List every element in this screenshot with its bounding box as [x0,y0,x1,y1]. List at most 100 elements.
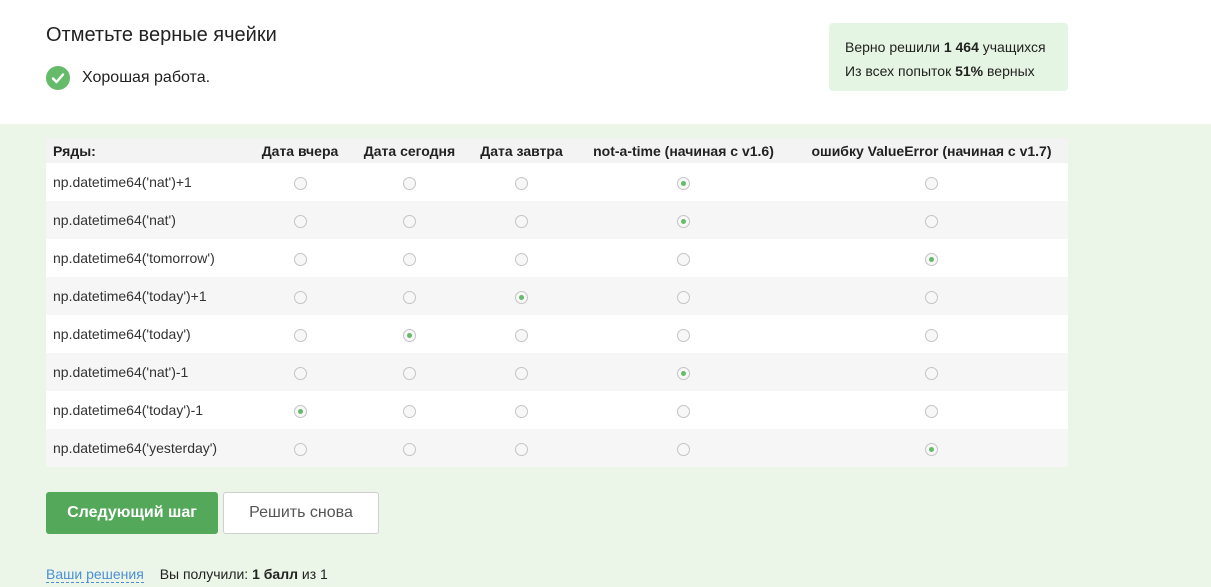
option-radio[interactable] [293,328,307,342]
option-cell [471,391,572,429]
matching-table: Ряды: Дата вчера Дата сегодня Дата завтра no… [46,138,1068,467]
column-header: ошибку ValueError (начиная с v1.7) [795,138,1068,163]
option-radio[interactable] [515,290,528,304]
rows-header: Ряды: [46,138,252,163]
option-radio[interactable] [925,252,938,266]
option-cell [252,315,348,353]
column-header: not-a-time (начиная с v1.6) [572,138,795,163]
option-radio[interactable] [403,252,416,266]
option-cell [252,277,348,315]
option-cell [348,315,471,353]
option-radio[interactable] [293,252,307,266]
option-cell [348,429,471,467]
column-header: Дата сегодня [348,138,471,163]
option-cell [795,201,1068,239]
table-row: np.datetime64('nat') [46,201,1068,239]
option-radio[interactable] [293,214,307,228]
option-cell [795,239,1068,277]
option-radio[interactable] [925,290,938,304]
option-cell [471,201,572,239]
option-radio[interactable] [515,366,528,380]
your-solutions-link[interactable]: Ваши решения [46,566,144,583]
option-radio[interactable] [677,214,690,228]
option-cell [795,429,1068,467]
option-cell [348,201,471,239]
option-radio[interactable] [403,176,416,190]
option-radio[interactable] [293,366,307,380]
option-radio[interactable] [677,252,690,266]
table-row: np.datetime64('nat')+1 [46,163,1068,201]
option-cell [252,201,348,239]
option-radio[interactable] [925,214,938,228]
column-header: Дата завтра [471,138,572,163]
option-radio[interactable] [515,404,528,418]
option-radio[interactable] [925,328,938,342]
option-radio[interactable] [925,442,938,456]
column-header: Дата вчера [252,138,348,163]
option-radio[interactable] [403,366,416,380]
option-cell [252,429,348,467]
option-cell [795,391,1068,429]
option-cell [252,391,348,429]
option-radio[interactable] [403,442,416,456]
option-radio[interactable] [403,214,416,228]
option-radio[interactable] [925,404,938,418]
stats-line-solved: Верно решили 1 464 учащихся [845,39,1046,55]
option-radio[interactable] [403,404,416,418]
option-cell [471,239,572,277]
option-cell [795,353,1068,391]
option-radio[interactable] [293,442,307,456]
option-radio[interactable] [515,214,528,228]
table-row: np.datetime64('tomorrow') [46,239,1068,277]
option-radio[interactable] [925,366,938,380]
option-radio[interactable] [293,404,307,418]
table-row: np.datetime64('today') [46,315,1068,353]
option-radio[interactable] [677,290,690,304]
option-cell [471,429,572,467]
option-radio[interactable] [925,176,938,190]
option-cell [348,391,471,429]
option-radio[interactable] [403,290,416,304]
option-radio[interactable] [515,252,528,266]
table-row: np.datetime64('today')+1 [46,277,1068,315]
option-radio[interactable] [677,404,690,418]
feedback-row: Хорошая работа. [46,66,210,90]
stats-panel: Верно решили 1 464 учащихся Из всех попы… [829,23,1068,91]
option-cell [348,353,471,391]
option-radio[interactable] [515,328,528,342]
task-header: Отметьте верные ячейки Хорошая работа. В… [0,0,1211,124]
option-cell [252,353,348,391]
row-label: np.datetime64('yesterday') [46,429,252,467]
result-footer: Ваши решения Вы получили: 1 балл из 1 [46,566,328,583]
option-cell [572,429,795,467]
option-cell [471,353,572,391]
row-label: np.datetime64('nat') [46,201,252,239]
option-radio[interactable] [293,290,307,304]
option-radio[interactable] [515,442,528,456]
table-row: np.datetime64('nat')-1 [46,353,1068,391]
option-cell [795,277,1068,315]
option-cell [572,163,795,201]
option-cell [572,315,795,353]
solve-again-button[interactable]: Решить снова [223,492,379,534]
option-radio[interactable] [293,176,307,190]
option-radio[interactable] [677,366,690,380]
option-radio[interactable] [677,328,690,342]
option-cell [572,353,795,391]
option-cell [572,239,795,277]
check-circle-icon [46,66,70,90]
option-radio[interactable] [515,176,528,190]
option-radio[interactable] [403,328,416,342]
option-cell [252,163,348,201]
option-cell [572,391,795,429]
option-cell [348,277,471,315]
option-radio[interactable] [677,176,690,190]
stats-line-attempts: Из всех попыток 51% верных [845,63,1035,79]
row-label: np.datetime64('nat')+1 [53,174,192,190]
option-cell [572,201,795,239]
option-cell [471,163,572,201]
option-radio[interactable] [677,442,690,456]
next-step-button[interactable]: Следующий шаг [46,492,218,534]
option-cell [471,277,572,315]
score-value: 1 балл [252,566,298,582]
